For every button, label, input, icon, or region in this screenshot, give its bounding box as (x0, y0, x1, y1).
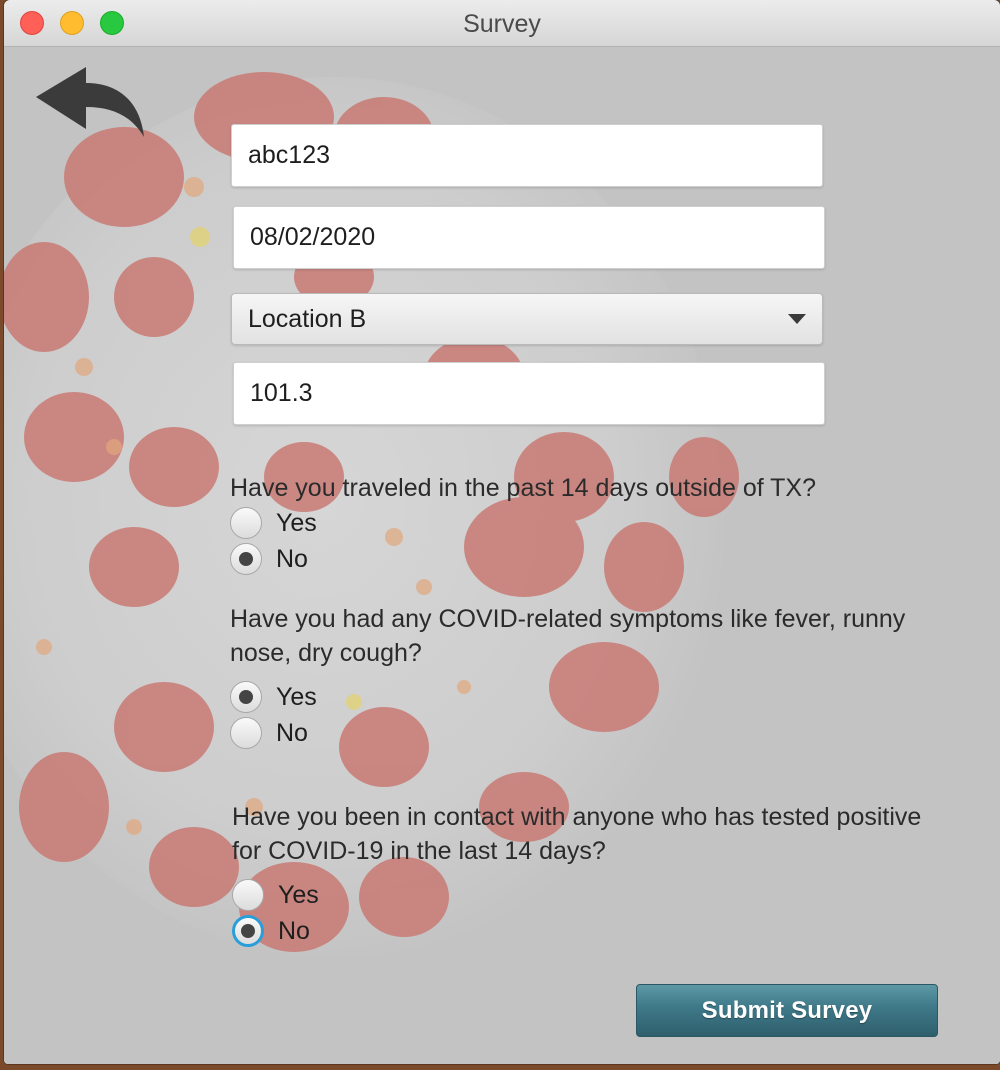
radio-label: No (278, 916, 310, 945)
radio-button-selected[interactable] (230, 681, 262, 713)
survey-window: Survey abc123 08/02/2020 Location B 101.… (4, 0, 1000, 1064)
radio-symptoms-yes[interactable]: Yes (230, 680, 317, 714)
radio-button-selected[interactable] (230, 543, 262, 575)
radio-symptoms-no[interactable]: No (230, 716, 308, 750)
radio-travel-yes[interactable]: Yes (230, 506, 317, 540)
window-title: Survey (463, 10, 541, 38)
radio-label: No (276, 718, 308, 747)
radio-label: Yes (276, 682, 317, 711)
question-travel: Have you traveled in the past 14 days ou… (230, 474, 817, 502)
radio-button[interactable] (230, 717, 262, 749)
radio-label: Yes (278, 880, 319, 909)
user-id-field[interactable] (231, 124, 823, 187)
radio-button[interactable] (230, 507, 262, 539)
chevron-down-icon (788, 314, 806, 324)
radio-travel-no[interactable]: No (230, 542, 308, 576)
radio-button[interactable] (232, 879, 264, 911)
submit-survey-button[interactable]: Submit Survey (636, 984, 938, 1037)
question-symptoms: Have you had any COVID-related symptoms … (230, 605, 906, 667)
radio-label: No (276, 544, 308, 573)
location-dropdown[interactable]: Location B (231, 293, 823, 345)
title-bar: Survey (4, 0, 1000, 47)
temperature-field[interactable] (233, 362, 825, 425)
date-field[interactable] (233, 206, 825, 269)
radio-contact-yes[interactable]: Yes (232, 878, 319, 912)
location-selected-value: Location B (248, 305, 367, 333)
virus-background-image (4, 47, 1000, 1064)
radio-contact-no[interactable]: No (232, 914, 310, 948)
radio-label: Yes (276, 508, 317, 537)
back-arrow-icon[interactable] (34, 67, 146, 143)
survey-content: Location B Have you traveled in the past… (4, 47, 1000, 1064)
radio-button-selected[interactable] (232, 915, 264, 947)
question-contact: Have you been in contact with anyone who… (232, 803, 922, 865)
